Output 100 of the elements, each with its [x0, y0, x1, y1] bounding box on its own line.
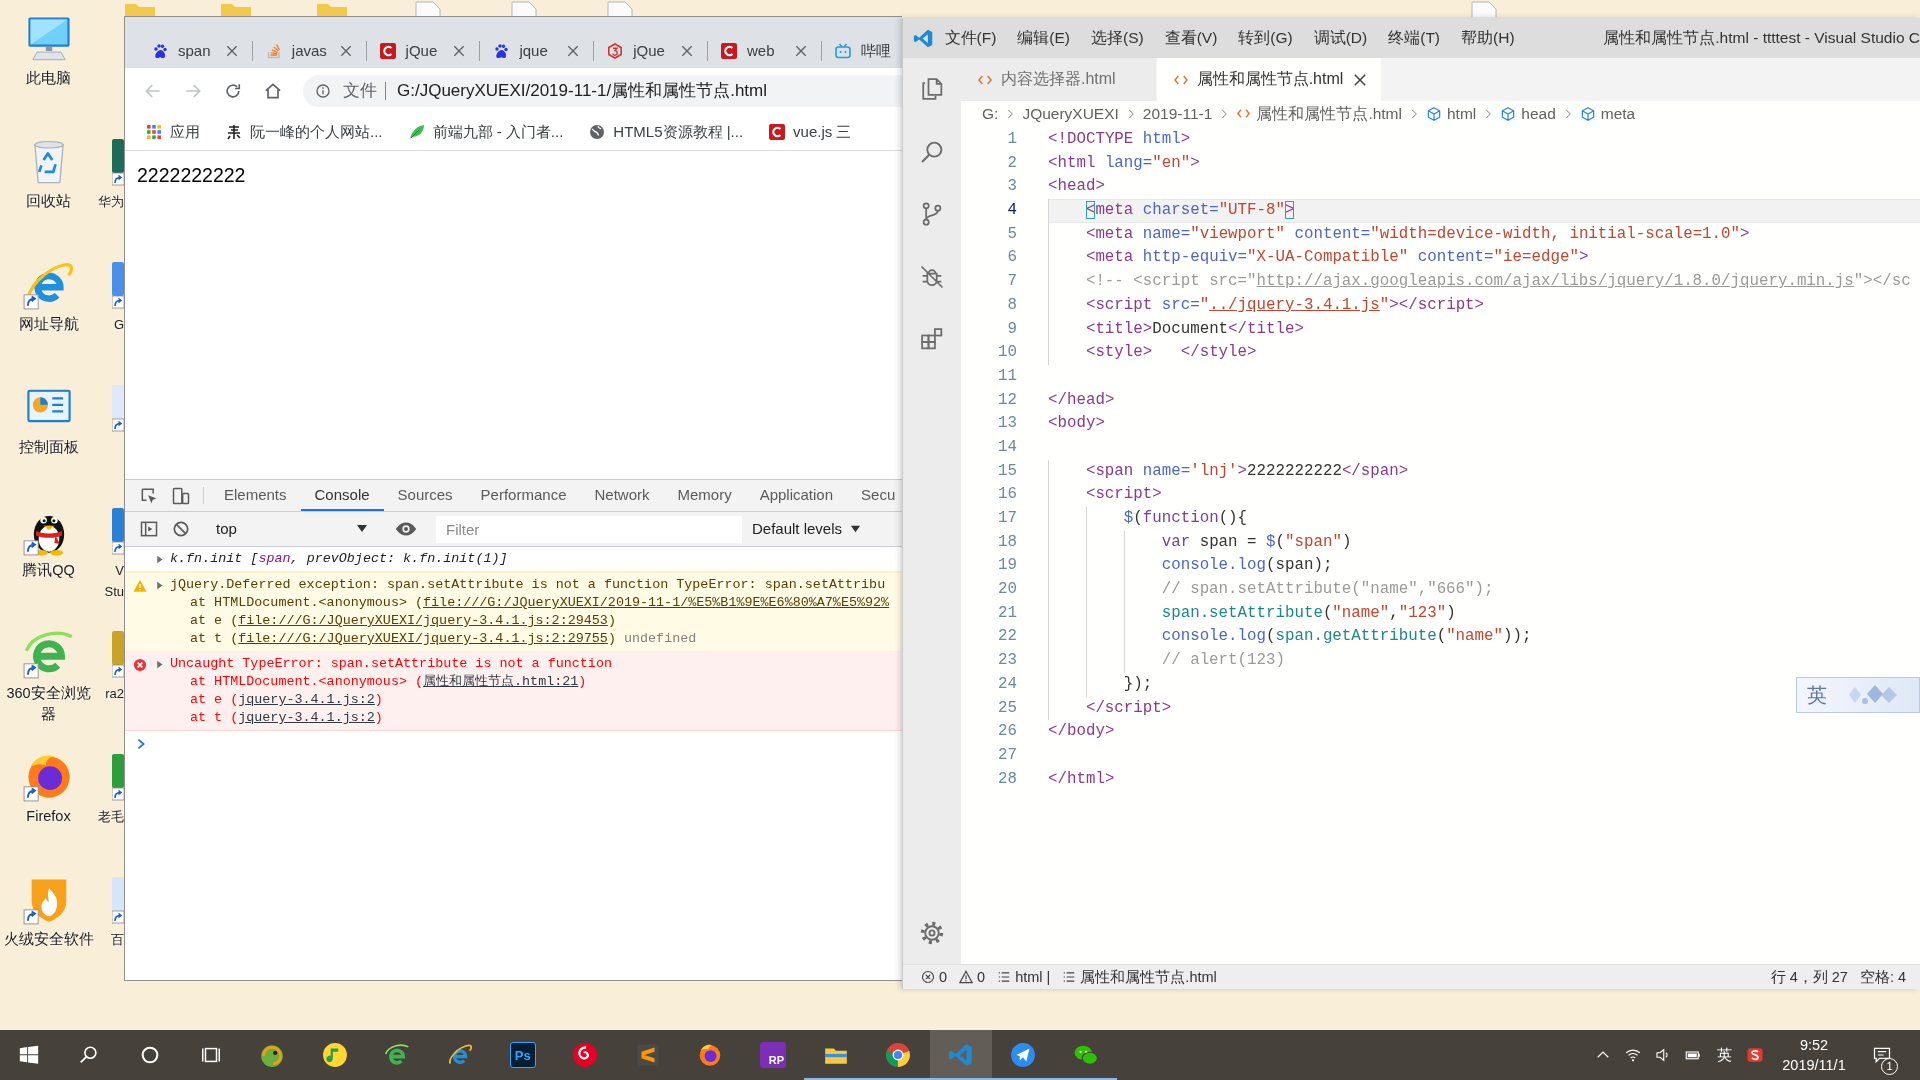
address-bar[interactable]: 文件 G:/JQueryXUEXI/2019-11-1/属性和属性节点.html — [303, 75, 902, 107]
expand-triangle-icon[interactable] — [155, 580, 164, 590]
menu-item[interactable]: 调试(D) — [1303, 27, 1378, 49]
breadcrumb[interactable]: meta — [1579, 103, 1636, 125]
browser-tab[interactable]: jque — [479, 33, 594, 68]
breadcrumb[interactable]: html — [1425, 103, 1477, 125]
code-line: <!DOCTYPE html> — [1048, 129, 1191, 150]
breadcrumb[interactable]: JQueryXUEXI — [1022, 103, 1119, 125]
source-link[interactable]: jquery-3.4.1.js:2 — [238, 692, 375, 707]
browser-tab[interactable]: javas — [251, 33, 366, 68]
errors-status[interactable]: 0 — [915, 965, 954, 989]
ime-mode-label[interactable]: 英 — [1807, 685, 1827, 705]
menu-item[interactable]: 帮助(H) — [1450, 27, 1526, 49]
breadcrumb[interactable]: 属性和属性节点.html — [1236, 103, 1402, 125]
icon-label[interactable]: V Stu — [97, 560, 124, 602]
console-text: at t (file:///G:/JQueryXUEXI/jquery-3.4.1.js:2:29755) undefined — [190, 630, 697, 648]
code-line: <body> — [1048, 413, 1105, 435]
menu-item[interactable]: 文件(F) — [934, 27, 1007, 49]
filter-field[interactable]: Filter — [436, 515, 742, 543]
icon-label[interactable]: 网址导航 — [2, 314, 95, 335]
editor-tab[interactable]: 内容选择器.html — [961, 58, 1157, 101]
warnings-status[interactable]: 0 — [953, 965, 992, 989]
source-link[interactable]: 属性和属性节点.html:21 — [423, 674, 579, 689]
clock[interactable]: 9:52 2019/11/1 — [1770, 1030, 1858, 1080]
icon-label[interactable]: Firefox — [2, 806, 95, 827]
icon-label[interactable]: 回收站 — [2, 191, 95, 212]
browser-tab[interactable]: 哔哩 — [820, 33, 902, 68]
devtools-tab[interactable]: Memory — [663, 480, 746, 511]
url-text[interactable]: G:/JQueryXUEXI/2019-11-1/属性和属性节点.html — [397, 79, 767, 103]
bookmark[interactable]: 阮一峰的个人网站... — [226, 122, 383, 142]
menu-item[interactable]: 转到(G) — [1227, 27, 1304, 49]
info-icon[interactable] — [315, 83, 331, 99]
breadcrumb[interactable]: G: — [982, 103, 999, 125]
line-number: 21 — [997, 602, 1017, 624]
ribbon-logo-icon — [913, 27, 934, 49]
devtools-tab[interactable]: Network — [580, 480, 664, 511]
browser-tab[interactable]: jQue — [593, 33, 707, 68]
icon-label[interactable]: 华为 — [97, 191, 124, 212]
taskbar-button[interactable]: RP — [741, 1030, 805, 1080]
icon-label[interactable]: 控制面板 — [2, 437, 95, 458]
ime-toolbar[interactable]: 英 — [1796, 677, 1920, 713]
clear-icon[interactable] — [171, 519, 191, 539]
browser-tab[interactable]: jQue — [365, 33, 480, 68]
reload-icon[interactable] — [223, 81, 243, 101]
source-link[interactable]: file:///G:/JQueryXUEXI/jquery-3.4.1.js:2:29453 — [238, 613, 608, 628]
devtools-tab[interactable]: Secu — [847, 480, 896, 511]
bookmark[interactable]: vue.js 三 — [769, 122, 852, 142]
bookmark[interactable]: 应用 — [146, 122, 200, 142]
icon-label[interactable]: 火绒安全软件 — [2, 929, 95, 950]
expand-triangle-icon[interactable] — [155, 554, 164, 564]
windows-logo-icon[interactable] — [18, 1044, 40, 1066]
s-logo-icon[interactable] — [1746, 1046, 1764, 1064]
taskbar-button[interactable] — [929, 1030, 993, 1080]
cursor-position[interactable]: 行 4，列 27 — [1764, 965, 1854, 989]
expand-triangle-icon[interactable] — [155, 659, 164, 669]
status-item[interactable]: 属性和属性节点.html — [1056, 965, 1223, 989]
breadcrumb[interactable]: 2019-11-1 — [1142, 103, 1213, 125]
network-icon[interactable] — [1624, 1046, 1642, 1064]
paper-plane-icon — [1010, 1042, 1037, 1068]
page-type-label[interactable]: 文件 — [343, 82, 386, 100]
home-icon[interactable] — [263, 81, 283, 101]
menu-item[interactable]: 查看(V) — [1154, 27, 1228, 49]
source-link[interactable]: jquery-3.4.1.js:2 — [238, 710, 375, 725]
icon-label[interactable]: 此电脑 — [2, 68, 95, 89]
search-icon[interactable] — [78, 1044, 100, 1066]
levels-dropdown[interactable]: Default levels — [752, 519, 862, 539]
device-icon[interactable] — [171, 485, 191, 506]
editor-tab[interactable]: 属性和属性节点.html — [1156, 58, 1383, 101]
devtools-tab[interactable]: Elements — [210, 480, 301, 511]
bookmark[interactable]: 前端九部 - 入门者... — [408, 122, 564, 142]
indentation-status[interactable]: 空格: 4 — [1853, 965, 1912, 989]
icon-label[interactable]: 老毛 — [97, 806, 124, 827]
sidebar-icon[interactable] — [139, 519, 159, 539]
menu-item[interactable]: 编辑(E) — [1006, 27, 1081, 49]
stack-icon — [265, 42, 282, 59]
icon-label[interactable]: G — [97, 314, 124, 335]
code-line: <span name='lnj'>2222222222</span> — [1085, 460, 1409, 482]
context-select[interactable]: top — [210, 519, 376, 539]
icon-label[interactable]: 腾讯QQ — [2, 560, 95, 581]
menu-item[interactable]: 选择(S) — [1080, 27, 1155, 49]
input-mode-indicator[interactable]: 英 — [1708, 1030, 1740, 1080]
browser-tab[interactable]: span — [138, 33, 252, 68]
icon-label[interactable]: ra2 — [97, 683, 124, 704]
circle-icon[interactable] — [139, 1044, 161, 1066]
hexagon-icon — [607, 42, 624, 59]
menu-item[interactable]: 终端(T) — [1377, 27, 1451, 49]
icon-label[interactable]: 360安全浏览器 — [2, 683, 95, 725]
warning-icon — [133, 579, 147, 594]
prompt-icon[interactable] — [135, 738, 147, 751]
source-link[interactable]: file:///G:/JQueryXUEXI/2019-11-1/%E5%B1%9E%E6%80%A7%E5%92% — [423, 595, 890, 610]
taskbar-button[interactable]: Ps — [491, 1030, 554, 1080]
icon-label[interactable]: 百 — [97, 929, 124, 950]
devtools-tab[interactable]: Sources — [383, 480, 467, 511]
breadcrumb[interactable]: head — [1500, 103, 1556, 125]
browser-tab[interactable]: web — [707, 33, 821, 68]
status-item[interactable]: html | — [991, 965, 1057, 989]
devtools-tab[interactable]: Performance — [466, 480, 581, 511]
devtools-tab[interactable]: Application — [745, 480, 848, 511]
source-link[interactable]: file:///G:/JQueryXUEXI/jquery-3.4.1.js:2:29755 — [238, 631, 608, 646]
bookmark[interactable]: HTML5资源教程 |... — [589, 122, 744, 142]
